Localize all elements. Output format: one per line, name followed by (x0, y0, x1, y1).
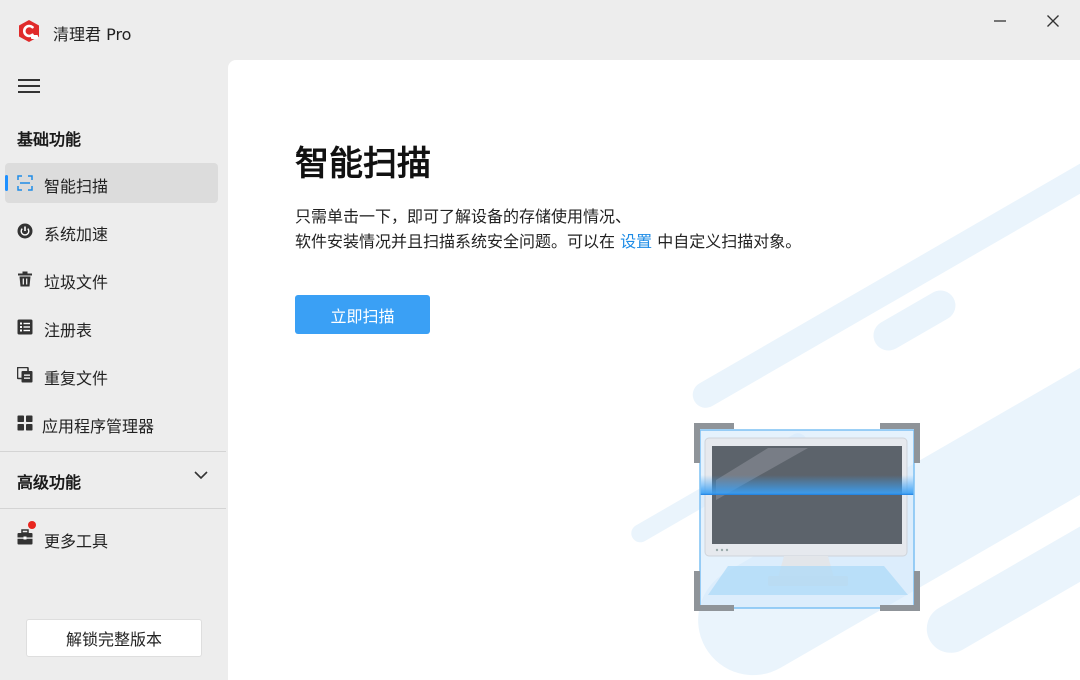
scan-frame-icon (17, 175, 33, 191)
power-icon (17, 223, 33, 239)
page-title: 智能扫描 (295, 144, 431, 184)
sidebar-item-label: 智能扫描 (44, 177, 109, 196)
toolbox-icon (17, 529, 33, 545)
sidebar-item-system-boost[interactable]: 系统加速 (5, 211, 218, 251)
sidebar-item-smart-scan[interactable]: 智能扫描 (5, 163, 218, 203)
monitor-icon (704, 437, 908, 595)
notification-badge (28, 521, 36, 529)
sidebar-item-label: 垃圾文件 (44, 273, 109, 292)
hamburger-menu-button[interactable] (18, 79, 40, 97)
sidebar-item-more-tools[interactable]: 更多工具 (5, 518, 218, 558)
list-icon (17, 319, 33, 335)
title-bar: 清理君 Pro (0, 0, 1080, 58)
close-icon (1047, 15, 1059, 27)
trash-icon (18, 271, 32, 287)
sidebar-item-duplicate-files[interactable]: 重复文件 (5, 355, 218, 395)
sidebar-divider (0, 508, 226, 509)
sidebar-item-label: 应用程序管理器 (42, 417, 155, 436)
main-panel: 智能扫描 只需单击一下，即可了解设备的存储使用情况、 软件安装情况并且扫描系统安… (228, 60, 1080, 680)
sidebar-item-label: 注册表 (44, 321, 93, 340)
scan-now-button[interactable]: 立即扫描 (295, 295, 430, 334)
minimize-button[interactable] (982, 8, 1018, 34)
active-indicator (5, 175, 8, 191)
unlock-full-version-button[interactable]: 解锁完整版本 (26, 619, 202, 657)
advanced-section-title[interactable]: 高级功能 (17, 469, 81, 493)
basic-section-title: 基础功能 (17, 130, 82, 149)
sidebar-divider (0, 451, 226, 452)
sidebar-item-registry[interactable]: 注册表 (5, 307, 218, 347)
description-line-2: 软件安装情况并且扫描系统安全问题。可以在 设置 中自定义扫描对象。 (295, 228, 801, 252)
app-title: 清理君 Pro (53, 25, 132, 44)
duplicate-icon (17, 367, 33, 383)
grid-icon (17, 415, 33, 431)
description-line-1: 只需单击一下，即可了解设备的存储使用情况、 (295, 207, 632, 226)
hamburger-icon (18, 79, 40, 81)
sidebar-item-app-manager[interactable]: 应用程序管理器 (5, 403, 218, 443)
chevron-down-icon[interactable] (192, 469, 210, 481)
hamburger-line (18, 85, 40, 87)
settings-link[interactable]: 设置 (620, 232, 652, 251)
sidebar-item-label: 重复文件 (44, 369, 109, 388)
hamburger-line (18, 91, 40, 93)
sidebar-item-label: 更多工具 (44, 532, 109, 551)
close-button[interactable] (1035, 8, 1071, 34)
sidebar-item-label: 系统加速 (44, 225, 109, 244)
sidebar-item-junk-files[interactable]: 垃圾文件 (5, 259, 218, 299)
description-text: 软件安装情况并且扫描系统安全问题。可以在 (295, 232, 621, 251)
minimize-icon (994, 20, 1006, 22)
description-text: 中自定义扫描对象。 (652, 232, 802, 251)
scan-beam (700, 475, 914, 495)
app-logo-icon (19, 20, 39, 42)
